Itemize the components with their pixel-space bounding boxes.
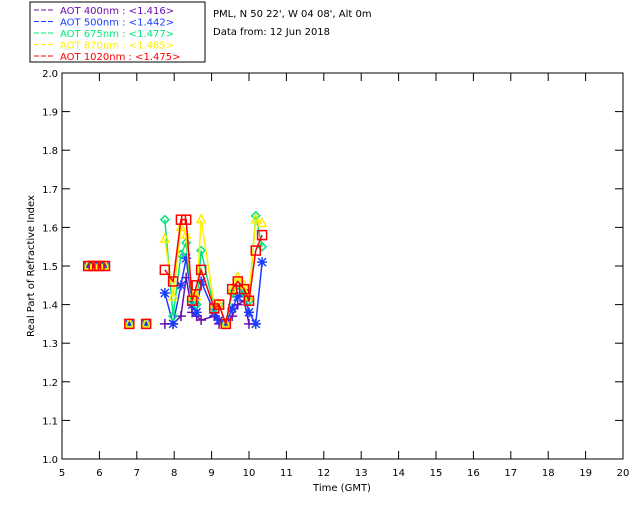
- y-tick-label: 1.7: [42, 185, 58, 196]
- y-tick-label: 1.0: [42, 455, 58, 466]
- x-tick-label: 6: [96, 468, 102, 479]
- y-axis-label: Real Part of Refractive Index: [26, 195, 37, 337]
- x-tick-label: 18: [542, 468, 555, 479]
- y-tick-label: 1.6: [42, 223, 58, 234]
- x-tick-label: 14: [392, 468, 405, 479]
- data-point-asterisk: [159, 288, 170, 299]
- x-tick-label: 7: [134, 468, 140, 479]
- x-tick-label: 11: [280, 468, 293, 479]
- date-label: Data from: 12 Jun 2018: [213, 27, 330, 38]
- y-tick-label: 1.4: [42, 301, 58, 312]
- legend-entry: AOT 675nm : <1.477>: [60, 29, 174, 40]
- x-tick-label: 12: [317, 468, 330, 479]
- x-tick-label: 20: [617, 468, 630, 479]
- data-point-asterisk: [244, 307, 254, 318]
- legend-entry: AOT 1020nm : <1.475>: [60, 52, 180, 63]
- legend: AOT 400nm : <1.416>AOT 500nm : <1.442>AO…: [29, 1, 206, 63]
- data-point-asterisk: [250, 318, 261, 329]
- legend-entry: AOT 400nm : <1.416>: [60, 6, 174, 17]
- x-tick-label: 16: [467, 468, 480, 479]
- x-tick-label: 19: [579, 468, 592, 479]
- y-tick-label: 1.8: [42, 146, 58, 157]
- y-tick-label: 1.1: [42, 416, 58, 427]
- site-label: PML, N 50 22', W 04 08', Alt 0m: [213, 9, 372, 20]
- x-tick-label: 17: [504, 468, 517, 479]
- y-tick-label: 2.0: [42, 69, 58, 80]
- plot-frame: [61, 72, 624, 460]
- x-tick-label: 15: [430, 468, 443, 479]
- x-tick-label: 8: [171, 468, 177, 479]
- refractive-index-chart: AOT 400nm : <1.416>AOT 500nm : <1.442>AO…: [26, 1, 630, 494]
- data-point-asterisk: [257, 257, 268, 268]
- y-tick-label: 1.3: [42, 339, 58, 350]
- legend-entry: AOT 500nm : <1.442>: [60, 18, 174, 29]
- x-tick-label: 9: [208, 468, 214, 479]
- y-tick-label: 1.5: [42, 262, 58, 273]
- x-tick-label: 10: [243, 468, 256, 479]
- y-tick-label: 1.9: [42, 108, 58, 119]
- x-tick-label: 13: [355, 468, 368, 479]
- data-point-triangle: [256, 216, 268, 228]
- x-axis-label: Time (GMT): [312, 483, 371, 494]
- y-tick-label: 1.2: [42, 378, 58, 389]
- x-tick-label: 5: [59, 468, 65, 479]
- legend-entry: AOT 870nm : <1.485>: [60, 41, 174, 52]
